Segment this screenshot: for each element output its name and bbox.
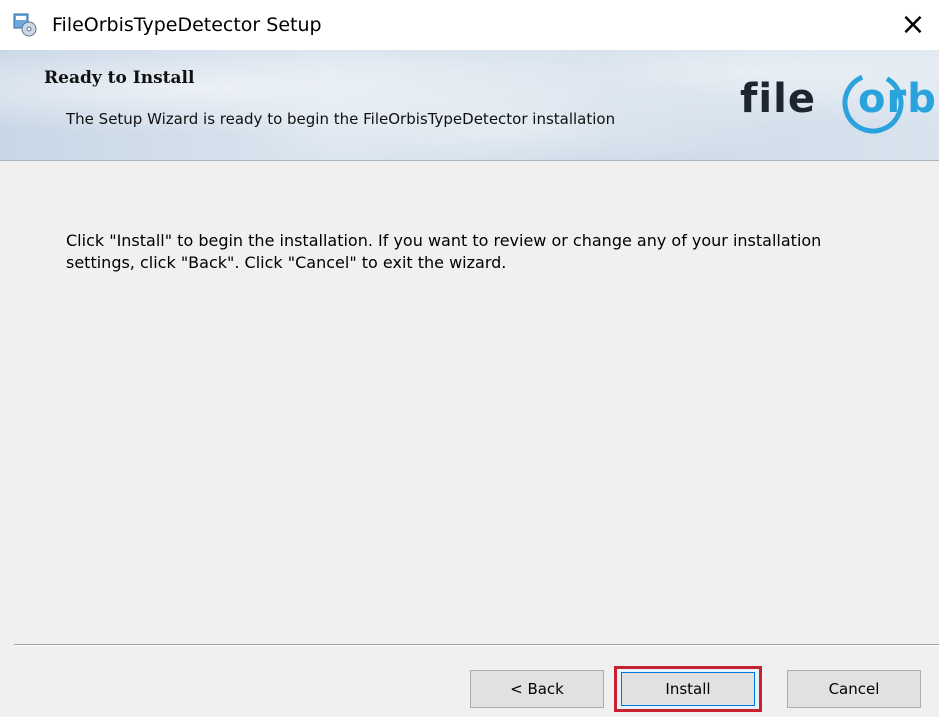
- install-button[interactable]: Install: [614, 666, 762, 712]
- fileorbis-logo: file orbis: [740, 72, 939, 142]
- install-button-label: Install: [665, 680, 711, 698]
- setup-window: FileOrbisTypeDetector Setup × Ready to I…: [0, 0, 939, 717]
- page-title: Ready to Install: [44, 68, 195, 88]
- instructions-text: Click "Install" to begin the installatio…: [66, 231, 822, 272]
- header-banner: Ready to Install The Setup Wizard is rea…: [0, 50, 939, 161]
- footer-separator: [14, 644, 939, 646]
- logo-text-file: file: [740, 76, 816, 122]
- close-icon: ×: [900, 7, 926, 42]
- title-bar: FileOrbisTypeDetector Setup ×: [0, 0, 939, 50]
- window-title: FileOrbisTypeDetector Setup: [52, 14, 322, 36]
- install-button-label-box[interactable]: Install: [621, 672, 755, 706]
- page-subtitle: The Setup Wizard is ready to begin the F…: [66, 110, 616, 128]
- close-button[interactable]: ×: [893, 6, 933, 44]
- back-button[interactable]: < Back: [470, 670, 604, 708]
- logo-text-orbis: orbis: [858, 76, 939, 122]
- installer-icon: [12, 12, 38, 38]
- cancel-button[interactable]: Cancel: [787, 670, 921, 708]
